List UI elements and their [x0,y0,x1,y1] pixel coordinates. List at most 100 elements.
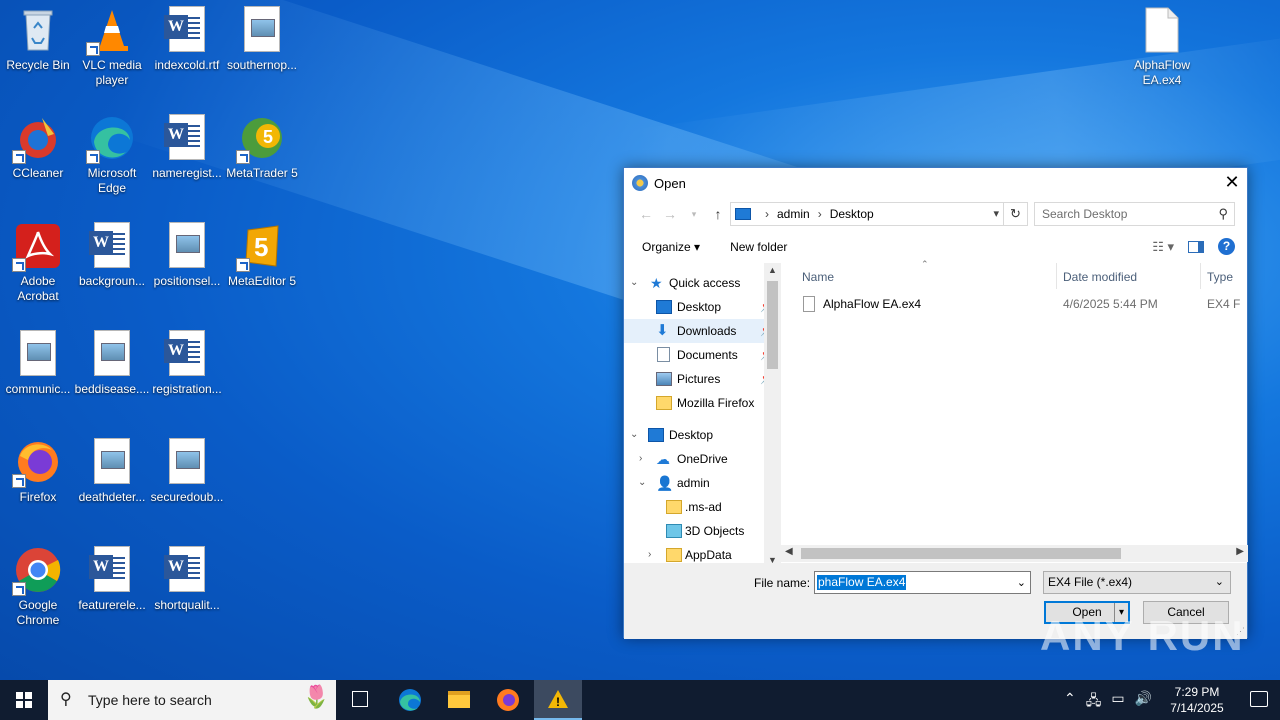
chevron-up-icon[interactable]: ⌃ [1064,690,1076,714]
documents-icon [657,347,670,362]
column-type[interactable]: Type [1207,270,1233,284]
desktop-icon-beddisease[interactable]: beddisease.... [74,324,150,428]
scroll-right-icon[interactable]: ▶ [1236,546,1244,557]
organize-button[interactable]: Organize ▾ [642,240,700,254]
search-icon: ⚲ [60,691,72,708]
blank-file-icon [1138,6,1186,54]
nav-admin[interactable]: ⌄ 👤 admin [624,471,780,495]
nav-quick-access[interactable]: ⌄ ★ Quick access [624,271,780,295]
desktop-icon-backgroun[interactable]: W backgroun... [74,216,150,320]
chevron-down-icon[interactable]: ⌄ [1017,576,1026,589]
file-list: Name ⌃ Date modified Type AlphaFlow EA.e… [781,259,1248,563]
desktop-icon-microsoft-edge[interactable]: Microsoft Edge [74,108,150,212]
nav-desktop-root[interactable]: ⌄ Desktop [624,423,780,447]
recent-locations-button[interactable]: ▾ [682,209,706,220]
file-name-input[interactable]: phaFlow EA.ex4 ⌄ [814,571,1031,594]
breadcrumb-desktop[interactable]: Desktop [830,207,874,221]
nav-mozilla-firefox[interactable]: Mozilla Firefox [624,391,780,415]
back-button[interactable]: ← [634,206,658,222]
nav-3d-objects[interactable]: 3D Objects [624,519,780,543]
notification-center-icon[interactable] [1250,691,1268,707]
folder-icon [666,548,682,562]
breadcrumb-admin[interactable]: admin [777,207,810,221]
word-document-icon: W [163,114,211,162]
nav-appdata[interactable]: › AppData [624,543,780,563]
nav-downloads[interactable]: ⬇ Downloads 📌 [624,319,780,343]
svg-text:!: ! [556,695,560,709]
up-button[interactable]: ↑ [706,206,730,222]
nav-onedrive[interactable]: › ☁ OneDrive [624,447,780,471]
volume-icon[interactable]: 🔊 [1135,690,1152,714]
nav-desktop[interactable]: Desktop 📌 [624,295,780,319]
desktop-icon-vlc[interactable]: VLC media player [74,0,150,104]
address-dropdown-icon[interactable]: ▾ [993,207,999,220]
nav-pane-scrollbar[interactable]: ▲ ▼ [764,263,781,565]
desktop-icon-google-chrome[interactable]: Google Chrome [0,540,76,644]
desktop-icon-nameregist[interactable]: W nameregist... [149,108,225,212]
view-options-icon[interactable]: ☷ ▾ [1152,239,1174,255]
chevron-down-icon: ⌄ [638,477,647,488]
desktop-icon-shortqualit[interactable]: W shortqualit... [149,540,225,644]
taskbar-search-box[interactable]: ⚲ Type here to search 🌷 [48,680,336,720]
desktop-icon-metaeditor-5[interactable]: 5 MetaEditor 5 [224,216,300,320]
desktop-icon-firefox[interactable]: Firefox [0,432,76,536]
download-icon: ⬇ [656,322,669,339]
metatrader-icon: 5 [236,114,286,164]
desktop-icon-registration[interactable]: W registration... [149,324,225,428]
clock[interactable]: 7:29 PM 7/14/2025 [1162,684,1232,716]
scroll-thumb[interactable] [767,281,778,369]
scroll-left-icon[interactable]: ◀ [785,546,793,557]
refresh-button[interactable]: ↻ [1003,203,1027,225]
help-icon[interactable]: ? [1218,238,1235,255]
nav-ms-ad[interactable]: .ms-ad [624,495,780,519]
file-type: EX4 File [1207,297,1241,311]
ccleaner-icon [12,114,62,164]
desktop-icon-communic[interactable]: communic... [0,324,76,428]
desktop-icon-positionsel[interactable]: positionsel... [149,216,225,320]
task-view-button[interactable] [336,680,384,720]
desktop-icon-deathdeter[interactable]: deathdeter... [74,432,150,536]
address-bar[interactable]: › admin › Desktop ▾ ↻ [730,202,1028,226]
search-input[interactable]: Search Desktop ⚲ [1034,202,1235,226]
column-date-modified[interactable]: Date modified [1063,270,1137,284]
file-row[interactable]: AlphaFlow EA.ex4 4/6/2025 5:44 PM EX4 Fi… [791,293,1241,317]
arrow-left-icon: ← [639,206,653,222]
desktop-icon-recycle-bin[interactable]: Recycle Bin [0,0,76,104]
taskbar-firefox[interactable] [484,680,532,720]
network-icon[interactable]: 🖧 [1086,690,1102,714]
desktop-icon-alphaflow[interactable]: AlphaFlow EA.ex4 [1124,0,1200,104]
svg-text:5: 5 [254,232,268,262]
scroll-thumb[interactable] [801,548,1121,559]
display-icon[interactable]: ▭ [1111,690,1124,714]
taskbar-file-explorer[interactable] [434,680,482,720]
file-list-horizontal-scrollbar[interactable]: ◀ ▶ [781,545,1248,562]
start-button[interactable] [0,680,48,720]
desktop-icon-securedoub[interactable]: securedoub... [149,432,225,536]
scroll-up-icon[interactable]: ▲ [764,265,781,275]
taskbar-metaeditor[interactable]: ! [534,680,582,720]
file-date: 4/6/2025 5:44 PM [1063,297,1158,311]
warning-shield-icon: ! [548,690,568,709]
new-folder-button[interactable]: New folder [730,240,787,254]
desktop-icon-featurerele[interactable]: W featurerele... [74,540,150,644]
desktop-icon-indexcold[interactable]: W indexcold.rtf [149,0,225,104]
close-button[interactable]: ✕ [1217,168,1247,198]
desktop-icon-adobe-acrobat[interactable]: Adobe Acrobat [0,216,76,320]
desktop-folder-icon [648,428,664,442]
column-name[interactable]: Name [802,270,834,284]
nav-pictures[interactable]: Pictures 📌 [624,367,780,391]
star-icon: ★ [650,275,663,291]
pictures-icon [656,372,672,386]
desktop-icon-southernop[interactable]: southernop... [224,0,300,104]
forward-button[interactable]: → [658,206,682,222]
desktop-icon-ccleaner[interactable]: CCleaner [0,108,76,212]
taskbar-search-placeholder: Type here to search [88,692,212,708]
chevron-down-icon: ⌄ [630,429,639,440]
dialog-title: Open [654,175,686,191]
file-type-select[interactable]: EX4 File (*.ex4) ⌄ [1043,571,1231,594]
preview-pane-icon[interactable] [1188,240,1204,253]
taskbar-edge[interactable] [386,680,434,720]
desktop-icon-metatrader-5[interactable]: 5 MetaTrader 5 [224,108,300,212]
nav-documents[interactable]: Documents 📌 [624,343,780,367]
close-icon: ✕ [1224,172,1240,192]
